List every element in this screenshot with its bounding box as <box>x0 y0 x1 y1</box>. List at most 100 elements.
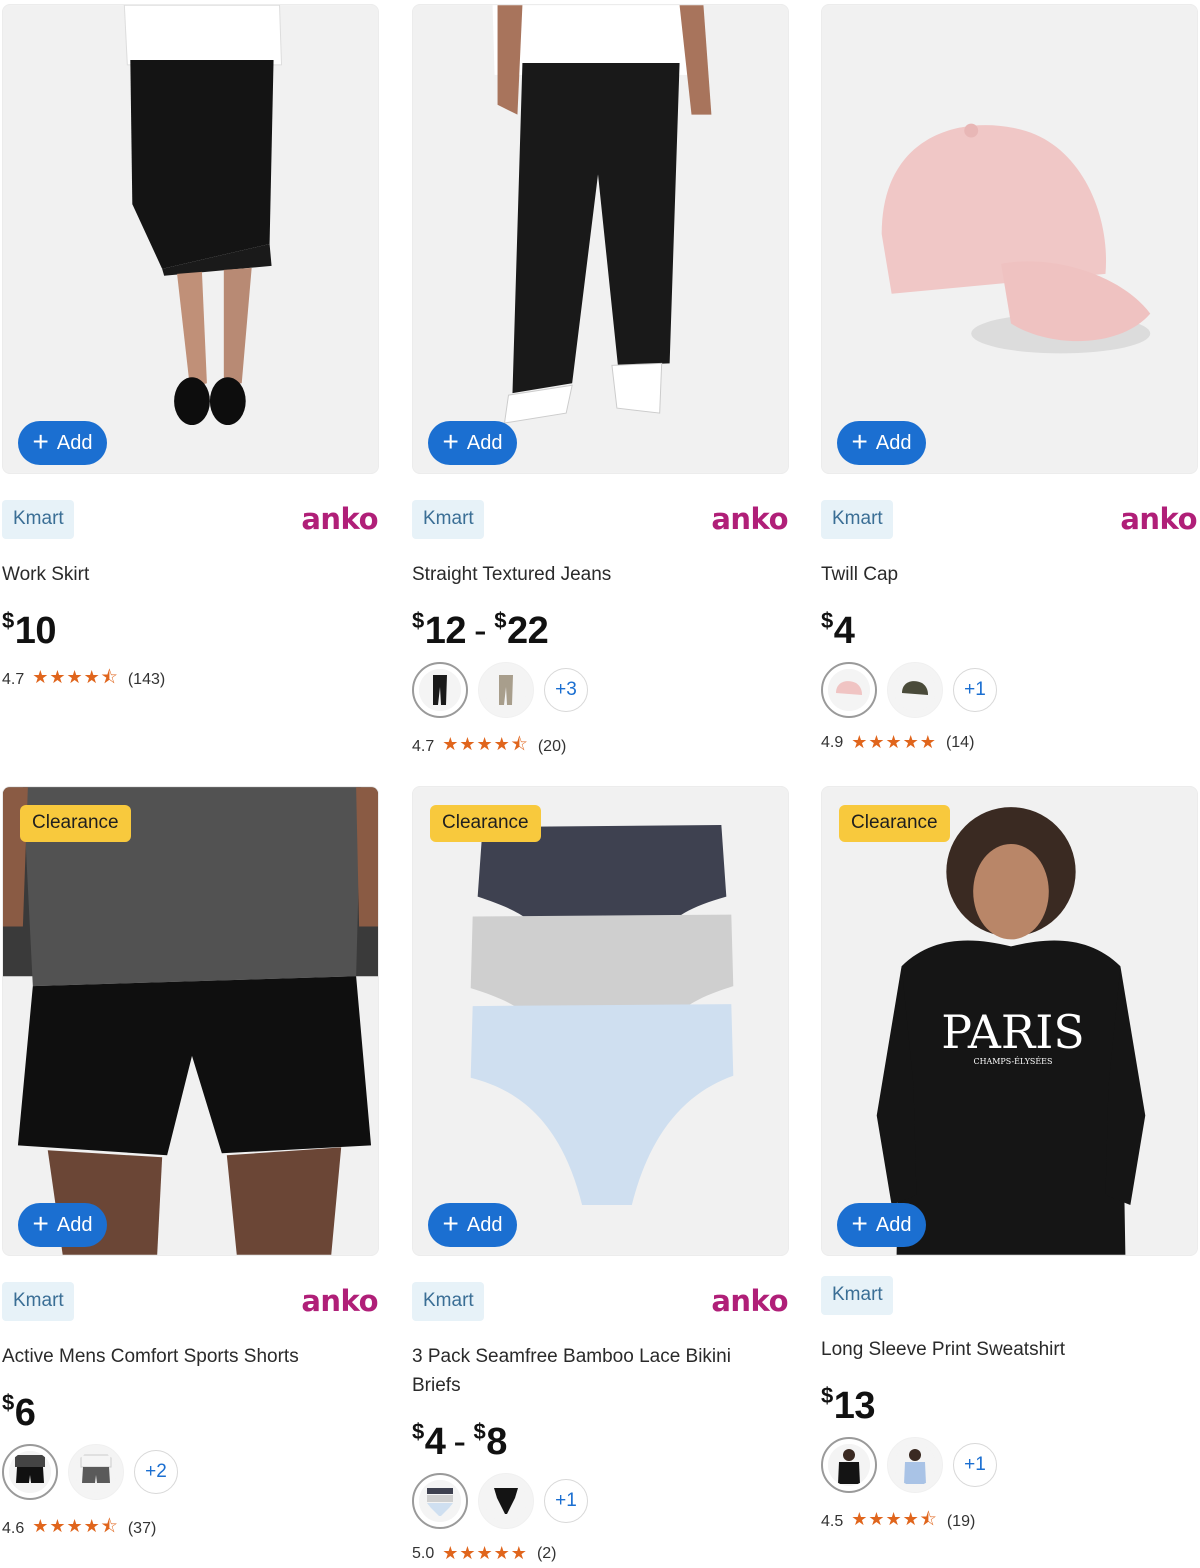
swatch-pink-cap[interactable] <box>821 662 877 718</box>
brand-row: Kmart anko <box>2 500 380 540</box>
rating-score: 5.0 <box>412 1544 435 1562</box>
product-title[interactable]: 3 Pack Seamfree Bamboo Lace Bikini Brief… <box>412 1342 772 1400</box>
swatch-black-sweatshirt[interactable] <box>821 1437 877 1493</box>
add-button[interactable]: + Add <box>837 1203 926 1247</box>
star-icon: ★★★★★ <box>442 1543 528 1563</box>
anko-logo: anko <box>711 502 788 536</box>
swatch-black-jeans[interactable] <box>412 662 468 718</box>
add-label: Add <box>875 431 912 454</box>
price-from: 4 <box>833 610 855 652</box>
product-card[interactable]: Clearance + Add Kmart anko Active Mens C… <box>2 786 380 1544</box>
price-from: 6 <box>14 1392 36 1434</box>
add-button[interactable]: + Add <box>18 1203 107 1247</box>
product-title[interactable]: Twill Cap <box>821 560 1199 589</box>
product-card[interactable]: Clearance + Add Kmart anko 3 Pack Seamfr… <box>412 786 790 1564</box>
jeans-photo <box>413 5 788 473</box>
product-title[interactable]: Long Sleeve Print Sweatshirt <box>821 1335 1199 1364</box>
rating-count: (37) <box>127 1520 157 1537</box>
rating-count: (14) <box>945 733 975 751</box>
more-swatches-button[interactable]: +1 <box>953 1443 997 1487</box>
product-price: $4- $8 <box>412 1419 507 1463</box>
rating-score: 4.5 <box>821 1513 844 1530</box>
rating-count: (19) <box>946 1513 976 1530</box>
more-swatches-button[interactable]: +1 <box>544 1479 588 1523</box>
swatch-khaki-cap[interactable] <box>887 662 943 718</box>
product-image[interactable]: Clearance + Add <box>2 786 379 1256</box>
product-image[interactable]: PARIS CHAMPS-ÉLYSÉES Clearance + Add <box>821 786 1198 1256</box>
product-card[interactable]: + Add Kmart anko Straight Textured Jeans… <box>412 4 790 762</box>
add-button[interactable]: + Add <box>428 421 517 465</box>
product-image[interactable]: + Add <box>2 4 379 474</box>
rating-score: 4.7 <box>2 671 25 688</box>
kmart-badge: Kmart <box>821 1276 893 1315</box>
plus-icon: + <box>442 1207 459 1239</box>
rating: 4.7 ★★★★⯪ (20) <box>412 732 790 762</box>
kmart-badge: Kmart <box>821 500 893 539</box>
star-icon: ★★★★⯪ <box>442 734 529 754</box>
product-price: $4 <box>821 608 855 652</box>
product-price: $13 <box>821 1383 876 1427</box>
brand-row: Kmart anko <box>412 1282 790 1322</box>
kmart-badge: Kmart <box>412 1282 484 1321</box>
swatch-black-briefs[interactable] <box>478 1473 534 1529</box>
more-swatches-button[interactable]: +3 <box>544 668 588 712</box>
plus-icon: + <box>851 425 868 457</box>
print-main: PARIS <box>941 1006 1084 1059</box>
price-from: 13 <box>833 1385 876 1427</box>
rating: 5.0 ★★★★★ (2) <box>412 1543 790 1564</box>
product-title[interactable]: Active Mens Comfort Sports Shorts <box>2 1342 380 1371</box>
add-label: Add <box>56 431 93 454</box>
add-label: Add <box>875 1213 912 1236</box>
swatch-blue-sweatshirt[interactable] <box>887 1437 943 1493</box>
product-price: $12- $22 <box>412 608 549 652</box>
product-card[interactable]: + Add Kmart anko Work Skirt $10 4.7 ★★★★… <box>2 4 380 695</box>
swatch-black-shorts[interactable] <box>2 1444 58 1500</box>
swatch-stone-jeans[interactable] <box>478 662 534 718</box>
rating-score: 4.7 <box>412 738 435 755</box>
rating-count: (2) <box>536 1544 557 1562</box>
more-swatches-button[interactable]: +1 <box>953 668 997 712</box>
print-sub: CHAMPS-ÉLYSÉES <box>974 1057 1053 1066</box>
rating-score: 4.9 <box>821 733 844 751</box>
product-card[interactable]: PARIS CHAMPS-ÉLYSÉES Clearance + Add Kma… <box>821 786 1199 1537</box>
rating: 4.7 ★★★★⯪ (143) <box>2 665 380 695</box>
color-swatches: +3 <box>412 662 790 718</box>
color-swatches: +2 <box>2 1444 380 1500</box>
product-image[interactable]: Clearance + Add <box>412 786 789 1256</box>
product-title[interactable]: Straight Textured Jeans <box>412 560 790 589</box>
swatch-grey-shorts[interactable] <box>68 1444 124 1500</box>
plus-icon: + <box>851 1207 868 1239</box>
sweatshirt-photo: PARIS CHAMPS-ÉLYSÉES <box>822 787 1197 1255</box>
price-from: 12 <box>424 610 467 652</box>
star-icon: ★★★★★ <box>851 732 937 752</box>
add-button[interactable]: + Add <box>837 421 926 465</box>
add-button[interactable]: + Add <box>428 1203 517 1247</box>
clearance-badge: Clearance <box>430 805 541 842</box>
product-image[interactable]: + Add <box>821 4 1198 474</box>
star-icon: ★★★★⯪ <box>851 1509 938 1529</box>
kmart-badge: Kmart <box>2 500 74 539</box>
rating-score: 4.6 <box>2 1520 25 1537</box>
price-to: 8 <box>486 1421 507 1463</box>
shorts-photo <box>3 787 378 1255</box>
color-swatches: +1 <box>821 1437 1199 1493</box>
color-swatches: +1 <box>412 1473 790 1529</box>
price-from: 4 <box>424 1421 446 1463</box>
work-skirt-photo <box>3 5 378 473</box>
product-card[interactable]: + Add Kmart anko Twill Cap $4 +1 4.9 ★★★… <box>821 4 1199 753</box>
add-label: Add <box>56 1213 93 1236</box>
anko-logo: anko <box>1120 502 1197 536</box>
product-title[interactable]: Work Skirt <box>2 560 380 589</box>
more-swatches-button[interactable]: +2 <box>134 1450 178 1494</box>
add-label: Add <box>466 1213 503 1236</box>
kmart-badge: Kmart <box>2 1282 74 1321</box>
brand-row: Kmart <box>821 1276 1199 1316</box>
add-button[interactable]: + Add <box>18 421 107 465</box>
price-to: 22 <box>506 610 549 652</box>
swatch-pastel-briefs[interactable] <box>412 1473 468 1529</box>
product-image[interactable]: + Add <box>412 4 789 474</box>
star-icon: ★★★★⯪ <box>32 667 119 687</box>
product-price: $10 <box>2 608 57 652</box>
star-icon: ★★★★⯪ <box>32 1516 119 1536</box>
rating: 4.9 ★★★★★ (14) <box>821 732 1199 753</box>
